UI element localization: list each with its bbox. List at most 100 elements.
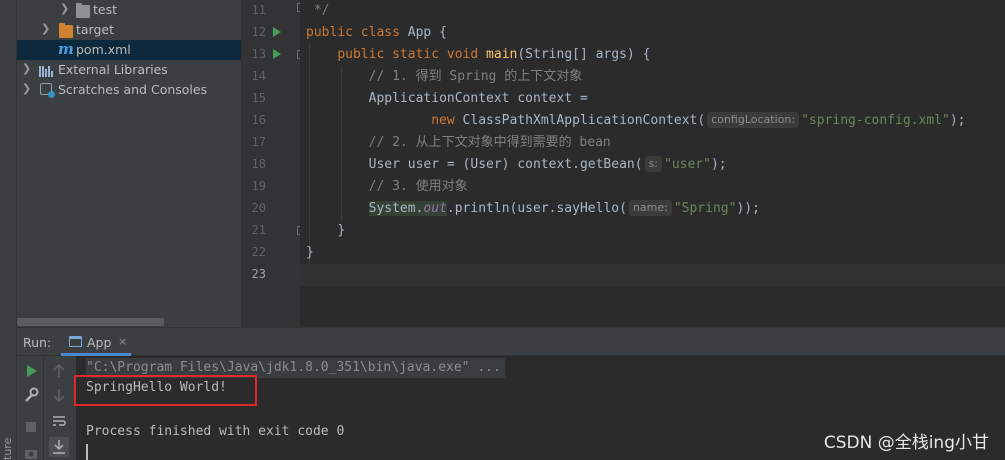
- code-token: ApplicationContext context =: [368, 91, 588, 106]
- code-comment: // 1. 得到 Spring 的上下文对象: [368, 69, 583, 84]
- parameter-hint: name:: [628, 200, 672, 216]
- code-editor[interactable]: */ public class App { public static void…: [300, 0, 1005, 327]
- folder-orange-icon: [59, 23, 73, 38]
- current-line-highlight: [300, 264, 1005, 286]
- line-number: 23: [251, 267, 266, 281]
- class-name-token: System: [368, 201, 416, 216]
- watermark: CSDN @全栈ing小甘: [823, 433, 989, 453]
- code-line-17: // 2. 从上下文对象中得到需要的 bean: [306, 132, 611, 154]
- line-number: 16: [251, 113, 266, 127]
- chevron-right-icon[interactable]: ❯: [22, 82, 31, 95]
- keyword-token: void: [446, 47, 479, 62]
- run-panel-header: Run: App ×: [17, 327, 1005, 356]
- code-line-16: new ClassPathXmlApplicationContext(confi…: [306, 110, 965, 132]
- chevron-right-icon[interactable]: ❯: [41, 22, 50, 35]
- run-tab-label: App: [87, 335, 112, 350]
- scroll-to-end-icon: [53, 440, 65, 454]
- line-number: 19: [251, 179, 266, 193]
- output-highlight-box: [74, 375, 257, 406]
- chevron-right-icon[interactable]: ❯: [60, 2, 69, 15]
- code-line-12: public class App {: [306, 22, 447, 44]
- code-token: .println(user.sayHello(: [446, 201, 627, 216]
- folder-icon: [76, 3, 90, 18]
- line-number: 13: [251, 47, 266, 61]
- scratch-icon: [40, 83, 55, 98]
- tree-item-target[interactable]: ❯ target: [17, 20, 241, 40]
- run-gutter-icon[interactable]: [273, 27, 281, 37]
- camera-icon: [25, 450, 37, 459]
- code-line-19: // 3. 使用对象: [306, 176, 468, 198]
- screenshot-button[interactable]: [22, 444, 40, 460]
- code-comment: */: [306, 3, 330, 18]
- tree-item-test[interactable]: ❯ test: [17, 0, 241, 20]
- params-token: (String[] args) {: [517, 47, 651, 62]
- line-number: 12: [251, 25, 266, 39]
- code-token: );: [949, 113, 966, 128]
- settings-button[interactable]: [22, 386, 40, 404]
- scroll-down-button[interactable]: [50, 386, 68, 404]
- code-line-15: ApplicationContext context =: [306, 88, 588, 110]
- system-out-highlight: System.out: [368, 201, 447, 216]
- line-number: 21: [251, 223, 266, 237]
- brace-token: }: [337, 223, 346, 238]
- keyword-token: new: [431, 113, 455, 128]
- line-number: 20: [251, 201, 266, 215]
- code-token: ClassPathXmlApplicationContext(: [462, 113, 706, 128]
- parameter-hint: s:: [644, 156, 662, 172]
- code-line-20: System.out.println(user.sayHello(name: "S…: [306, 198, 760, 220]
- rerun-button[interactable]: [22, 362, 40, 380]
- code-token: ));: [736, 201, 760, 216]
- code-line-21: }: [306, 220, 345, 242]
- code-line-14: // 1. 得到 Spring 的上下文对象: [306, 66, 583, 88]
- keyword-token: static: [392, 47, 440, 62]
- code-comment: // 2. 从上下文对象中得到需要的 bean: [368, 135, 611, 150]
- static-field-token: out: [423, 201, 447, 216]
- brace-token: {: [439, 25, 447, 40]
- tree-item-label: test: [93, 2, 118, 17]
- string-token: "spring-config.xml": [801, 113, 950, 128]
- line-number: 11: [251, 3, 266, 17]
- line-number: 18: [251, 157, 266, 171]
- editor-gutter: 11 12 13 14 15 16 17 18 19 20 21 22 23: [241, 0, 305, 327]
- code-line-13: public static void main(String[] args) {: [306, 44, 650, 66]
- arrow-up-icon: [53, 363, 65, 377]
- arrow-down-icon: [53, 389, 65, 403]
- left-tool-strip: ture: [0, 0, 17, 460]
- scroll-up-button[interactable]: [50, 362, 68, 380]
- console-cursor: [86, 444, 88, 460]
- keyword-token: class: [360, 25, 400, 40]
- close-icon[interactable]: ×: [118, 335, 127, 348]
- code-line-22: }: [306, 242, 314, 264]
- wrench-icon: [25, 387, 39, 402]
- run-tab-app[interactable]: App ×: [61, 328, 131, 356]
- class-name-token: App: [407, 25, 432, 40]
- line-number: 14: [251, 69, 266, 83]
- keyword-token: public: [306, 25, 353, 40]
- tree-item-external-libraries[interactable]: ❯ External Libraries: [17, 60, 241, 80]
- run-panel-title: Run:: [23, 335, 52, 350]
- application-icon: [69, 336, 82, 347]
- soft-wrap-button[interactable]: [50, 412, 68, 430]
- line-number: 17: [251, 135, 266, 149]
- stop-icon: [26, 422, 36, 432]
- run-gutter-icon[interactable]: [273, 49, 281, 59]
- method-name-token: main: [486, 47, 518, 62]
- library-icon: [39, 64, 53, 77]
- code-token: User user = (User) context.getBean(: [368, 157, 643, 172]
- chevron-right-icon[interactable]: ❯: [22, 62, 31, 75]
- play-icon: [27, 365, 37, 377]
- project-tree-panel: ❯ test ❯ target m pom.xml ❯ External Lib…: [17, 0, 241, 327]
- maven-icon: m: [58, 40, 74, 58]
- tree-item-label: External Libraries: [58, 62, 168, 77]
- tree-item-scratches[interactable]: ❯ Scratches and Consoles: [17, 80, 241, 100]
- scroll-to-end-button[interactable]: [49, 437, 69, 457]
- horizontal-scrollbar[interactable]: [17, 318, 164, 326]
- stop-button[interactable]: [22, 418, 40, 436]
- brace-token: }: [306, 245, 314, 260]
- line-number: 22: [251, 245, 266, 259]
- tree-item-pom-xml[interactable]: m pom.xml: [17, 40, 241, 60]
- parameter-hint: configLocation:: [707, 112, 800, 128]
- console-toolbar: [44, 356, 76, 460]
- code-line-11: */: [306, 0, 330, 22]
- structure-tool-label[interactable]: ture: [1, 428, 15, 460]
